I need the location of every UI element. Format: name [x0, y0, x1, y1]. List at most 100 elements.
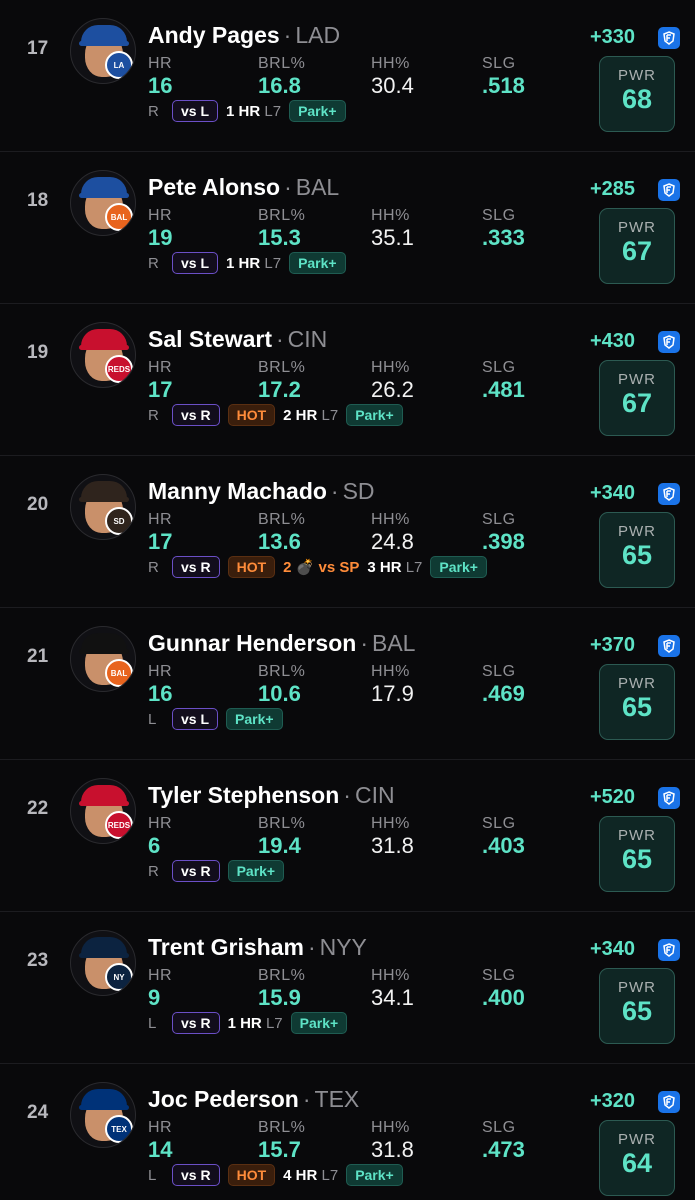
matchup-pill[interactable]: vs R — [172, 860, 220, 882]
odds-value[interactable]: +340 — [590, 938, 635, 961]
park-factor-pill[interactable]: Park+ — [346, 404, 403, 426]
player-name[interactable]: Trent Grisham — [148, 934, 304, 960]
stat-hr: HR 9 — [148, 967, 172, 1011]
tag-row: Rvs L 1 HR L7 Park+ — [148, 100, 346, 122]
hr-last7: 2 HR L7 — [283, 407, 338, 424]
odds-value[interactable]: +285 — [590, 178, 635, 201]
player-row[interactable]: 24 TEX Joc Pederson · TEX HR 14 BRL% 15.7 … — [0, 1064, 695, 1200]
team-logo-icon: BAL — [105, 659, 133, 687]
park-factor-pill[interactable]: Park+ — [289, 100, 346, 122]
batter-hand: L — [148, 1014, 157, 1032]
team-logo-icon: NY — [105, 963, 133, 991]
fanduel-shield-icon[interactable] — [658, 939, 680, 961]
player-name[interactable]: Sal Stewart — [148, 326, 272, 352]
fanduel-shield-icon[interactable] — [658, 27, 680, 49]
power-score-box: PWR 65 — [599, 968, 675, 1044]
player-name-line: Andy Pages · LAD — [148, 22, 340, 49]
odds-value[interactable]: +330 — [590, 26, 635, 49]
fanduel-shield-icon[interactable] — [658, 1091, 680, 1113]
odds-value[interactable]: +340 — [590, 482, 635, 505]
power-label: PWR — [618, 979, 656, 996]
park-factor-pill[interactable]: Park+ — [289, 252, 346, 274]
player-name[interactable]: Manny Machado — [148, 478, 327, 504]
matchup-pill[interactable]: vs L — [172, 100, 219, 122]
team-abbr: NYY — [319, 934, 367, 960]
stat-slg: SLG .398 — [482, 511, 525, 555]
hr-last7: 1 HR L7 — [226, 255, 281, 272]
stat-hr: HR 16 — [148, 55, 172, 99]
fanduel-shield-icon[interactable] — [658, 635, 680, 657]
batter-hand: R — [148, 102, 159, 120]
team-logo-icon: SD — [105, 507, 133, 535]
stat-label: BRL% — [258, 55, 306, 72]
stat-label: HH% — [371, 1119, 410, 1136]
hr-last7-count: 4 HR — [283, 1166, 318, 1184]
team-logo-icon: BAL — [105, 203, 133, 231]
fanduel-shield-icon[interactable] — [658, 483, 680, 505]
player-row[interactable]: 22 REDS Tyler Stephenson · CIN HR 6 BRL% 1… — [0, 760, 695, 912]
stat-value: .398 — [482, 529, 525, 554]
stat-brl: BRL% 15.7 — [258, 1119, 305, 1163]
odds-value[interactable]: +520 — [590, 786, 635, 809]
player-row[interactable]: 17 LA Andy Pages · LAD HR 16 BRL% 16.8 HH%… — [0, 0, 695, 152]
player-row[interactable]: 23 NY Trent Grisham · NYY HR 9 BRL% 15.9 H… — [0, 912, 695, 1064]
player-row[interactable]: 18 BAL Pete Alonso · BAL HR 19 BRL% 15.3 H… — [0, 152, 695, 304]
fanduel-shield-icon[interactable] — [658, 331, 680, 353]
player-name[interactable]: Pete Alonso — [148, 174, 280, 200]
stat-label: HR — [148, 55, 173, 72]
player-row[interactable]: 20 SD Manny Machado · SD HR 17 BRL% 13.6 H… — [0, 456, 695, 608]
stat-value: 34.1 — [371, 985, 414, 1010]
hr-last7-count: 1 HR — [226, 102, 261, 120]
odds-value[interactable]: +320 — [590, 1090, 635, 1113]
stat-brl: BRL% 17.2 — [258, 359, 305, 403]
matchup-pill[interactable]: vs R — [172, 556, 220, 578]
stat-value: .333 — [482, 225, 525, 250]
matchup-pill[interactable]: vs L — [172, 708, 219, 730]
stat-hr: HR 16 — [148, 663, 172, 707]
park-factor-pill[interactable]: Park+ — [430, 556, 487, 578]
power-score-box: PWR 64 — [599, 1120, 675, 1196]
stat-hr: HR 14 — [148, 1119, 172, 1163]
team-abbr: BAL — [371, 630, 416, 656]
team-logo-icon: REDS — [105, 355, 133, 383]
matchup-pill[interactable]: vs R — [172, 404, 220, 426]
hr-last7-label: L7 — [265, 1014, 283, 1032]
stat-hh: HH% 24.8 — [371, 511, 414, 555]
player-name[interactable]: Joc Pederson — [148, 1086, 299, 1112]
fanduel-shield-icon[interactable] — [658, 787, 680, 809]
matchup-pill[interactable]: vs L — [172, 252, 219, 274]
matchup-pill[interactable]: vs R — [172, 1164, 220, 1186]
park-factor-pill[interactable]: Park+ — [346, 1164, 403, 1186]
player-row[interactable]: 19 REDS Sal Stewart · CIN HR 17 BRL% 17.2 … — [0, 304, 695, 456]
power-label: PWR — [618, 827, 656, 844]
rank-number: 18 — [27, 190, 49, 211]
stat-label: HH% — [371, 511, 410, 528]
player-name[interactable]: Tyler Stephenson — [148, 782, 339, 808]
player-name-line: Sal Stewart · CIN — [148, 326, 327, 353]
player-name[interactable]: Andy Pages — [148, 22, 280, 48]
stat-value: 15.9 — [258, 985, 301, 1010]
odds-value[interactable]: +430 — [590, 330, 635, 353]
rank-number: 22 — [27, 798, 49, 819]
stat-value: 10.6 — [258, 681, 301, 706]
stat-brl: BRL% 19.4 — [258, 815, 305, 859]
fanduel-shield-icon[interactable] — [658, 179, 680, 201]
matchup-pill[interactable]: vs R — [172, 1012, 220, 1034]
separator-dot: · — [330, 478, 339, 504]
stat-value: 35.1 — [371, 225, 414, 250]
odds-value[interactable]: +370 — [590, 634, 635, 657]
power-score-box: PWR 67 — [599, 360, 675, 436]
tag-row: Rvs R HOT 2 HR L7 Park+ — [148, 404, 403, 426]
park-factor-pill[interactable]: Park+ — [227, 860, 285, 882]
team-abbr: SD — [342, 478, 375, 504]
player-row[interactable]: 21 BAL Gunnar Henderson · BAL HR 16 BRL% 1… — [0, 608, 695, 760]
park-factor-pill[interactable]: Park+ — [226, 708, 283, 730]
stat-label: BRL% — [258, 967, 306, 984]
stat-brl: BRL% 10.6 — [258, 663, 305, 707]
player-name[interactable]: Gunnar Henderson — [148, 630, 356, 656]
player-cap-bill — [79, 345, 129, 350]
separator-dot: · — [284, 174, 292, 200]
batter-hand: R — [148, 254, 159, 272]
park-factor-pill[interactable]: Park+ — [290, 1012, 348, 1034]
stat-value: .473 — [482, 1137, 525, 1162]
